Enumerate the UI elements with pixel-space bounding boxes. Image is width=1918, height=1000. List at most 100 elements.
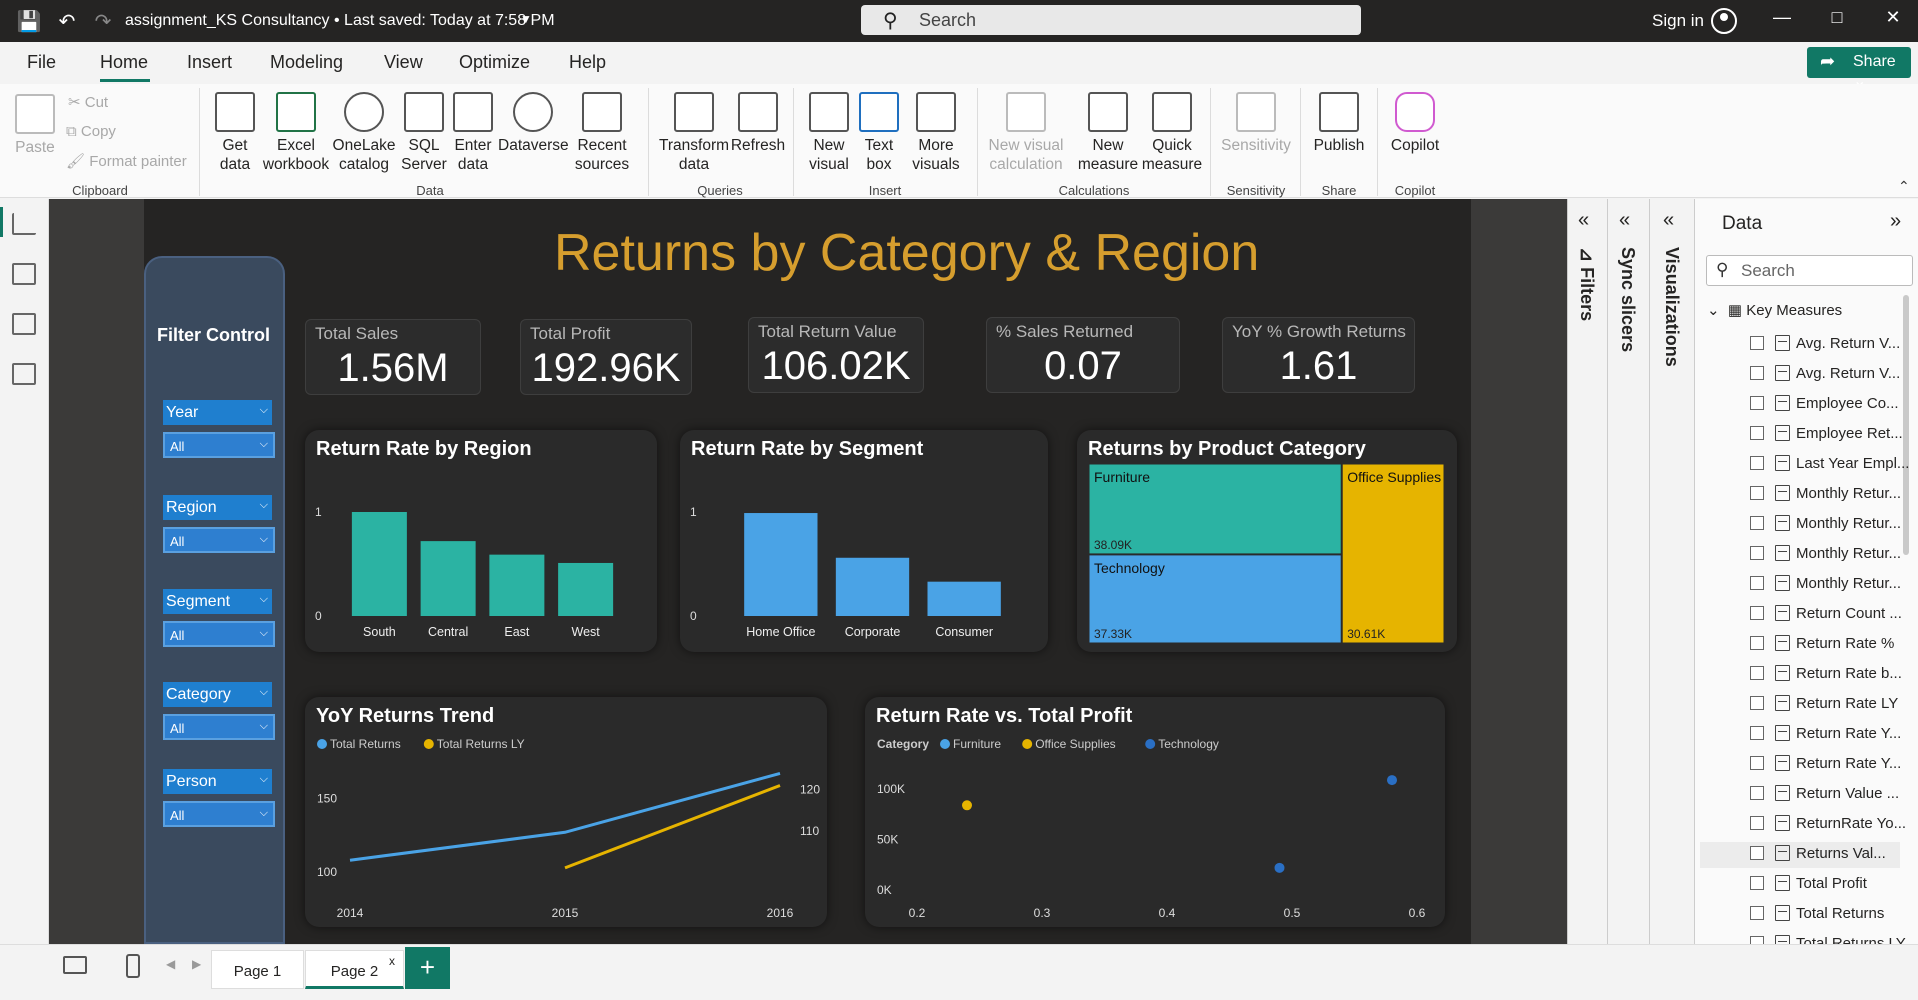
close-page-icon[interactable]: x xyxy=(389,954,395,968)
new-visual-button[interactable]: New visual xyxy=(803,92,855,174)
slicer-region-dropdown[interactable]: All ⌵ xyxy=(163,527,275,553)
field-checkbox[interactable] xyxy=(1750,726,1764,740)
field-item[interactable]: Total Returns xyxy=(1700,902,1900,928)
field-checkbox[interactable] xyxy=(1750,816,1764,830)
format-painter-button[interactable]: 🖌 Format painter xyxy=(66,152,187,170)
field-item[interactable]: Monthly Retur... xyxy=(1700,512,1901,538)
slicer-person-dropdown[interactable]: All ⌵ xyxy=(163,801,275,827)
tab-home[interactable]: Home xyxy=(100,52,148,73)
field-checkbox[interactable] xyxy=(1750,366,1764,380)
avatar-icon[interactable] xyxy=(1711,8,1737,34)
mobile-layout-icon[interactable] xyxy=(126,954,140,978)
global-search-input[interactable]: ⚲ Search xyxy=(861,5,1361,35)
minimize-icon[interactable]: — xyxy=(1762,7,1802,35)
undo-icon[interactable]: ↶ xyxy=(54,8,80,34)
excel-workbook-button[interactable]: Excel workbook xyxy=(262,92,330,174)
copilot-button[interactable]: Copilot xyxy=(1384,92,1446,155)
filters-pane[interactable]: « ⊿ Filters xyxy=(1567,199,1607,944)
field-item[interactable]: Avg. Return V... xyxy=(1700,362,1900,388)
slicer-segment-header[interactable]: Segment ⌵ xyxy=(163,589,272,614)
text-box-button[interactable]: Text box xyxy=(858,92,900,174)
field-item[interactable]: Last Year Empl... xyxy=(1700,452,1909,478)
refresh-button[interactable]: Refresh xyxy=(730,92,786,155)
table-view-icon[interactable] xyxy=(12,263,36,285)
close-icon[interactable]: ✕ xyxy=(1873,7,1913,35)
chart-return-rate-by-region[interactable]: Return Rate by Region 1 0 South Central East… xyxy=(305,430,657,652)
field-item[interactable]: Employee Ret... xyxy=(1700,422,1903,448)
chart-returns-by-product-category[interactable]: Returns by Product Category Furniture 38.… xyxy=(1077,430,1457,652)
redo-icon[interactable]: ↷ xyxy=(90,8,116,34)
field-item[interactable]: Employee Co... xyxy=(1700,392,1900,418)
collapse-ribbon-icon[interactable]: ⌃ xyxy=(1898,178,1910,195)
field-checkbox[interactable] xyxy=(1750,786,1764,800)
dax-query-view-icon[interactable] xyxy=(12,363,36,385)
field-item[interactable]: Avg. Return V... xyxy=(1700,332,1900,358)
prev-page-icon[interactable]: ◀ xyxy=(166,957,175,971)
quick-measure-button[interactable]: Quick measure xyxy=(1141,92,1203,174)
share-button[interactable]: ➦ Share ⌄ xyxy=(1807,47,1911,90)
field-checkbox[interactable] xyxy=(1750,576,1764,590)
document-title[interactable]: assignment_KS Consultancy • Last saved: … xyxy=(125,12,555,30)
field-item[interactable]: Return Rate b... xyxy=(1700,662,1902,688)
sql-server-button[interactable]: SQL Server xyxy=(400,92,448,174)
slicer-segment-dropdown[interactable]: All ⌵ xyxy=(163,621,275,647)
more-visuals-button[interactable]: More visuals xyxy=(905,92,967,174)
add-page-button[interactable]: + xyxy=(405,947,450,989)
sensitivity-button[interactable]: Sensitivity xyxy=(1220,92,1292,155)
expand-icon[interactable]: » xyxy=(1890,210,1901,233)
field-checkbox[interactable] xyxy=(1750,606,1764,620)
field-item[interactable]: Total Profit xyxy=(1700,872,1900,898)
collapse-icon[interactable]: « xyxy=(1619,209,1630,232)
field-checkbox[interactable] xyxy=(1750,666,1764,680)
field-item[interactable]: Monthly Retur... xyxy=(1700,482,1901,508)
chart-yoy-returns-trend[interactable]: YoY Returns Trend Total Returns Total Ret… xyxy=(305,697,827,927)
next-page-icon[interactable]: ▶ xyxy=(192,957,201,971)
data-search-input[interactable]: ⚲ Search xyxy=(1706,255,1913,286)
field-checkbox[interactable] xyxy=(1750,756,1764,770)
field-checkbox[interactable] xyxy=(1750,636,1764,650)
kpi-card-total-return-value[interactable]: Total Return Value 106.02K xyxy=(748,317,924,393)
field-item[interactable]: Monthly Retur... xyxy=(1700,572,1901,598)
desktop-layout-icon[interactable] xyxy=(63,956,87,974)
field-checkbox[interactable] xyxy=(1750,486,1764,500)
onelake-catalog-button[interactable]: OneLake catalog xyxy=(330,92,398,174)
field-item[interactable]: Return Rate Y... xyxy=(1700,722,1901,748)
field-checkbox[interactable] xyxy=(1750,336,1764,350)
field-checkbox[interactable] xyxy=(1750,546,1764,560)
save-icon[interactable]: 💾 xyxy=(16,8,42,34)
paste-button[interactable]: Paste xyxy=(10,94,60,157)
slicer-year-dropdown[interactable]: All ⌵ xyxy=(163,432,275,458)
slicer-year-header[interactable]: Year ⌵ xyxy=(163,400,272,425)
field-item[interactable]: Return Count ... xyxy=(1700,602,1902,628)
field-checkbox[interactable] xyxy=(1750,906,1764,920)
sign-in-link[interactable]: Sign in xyxy=(1652,11,1704,31)
chart-return-rate-by-segment[interactable]: Return Rate by Segment 1 0 Home Office Corp… xyxy=(680,430,1048,652)
field-checkbox[interactable] xyxy=(1750,846,1764,860)
scrollbar[interactable] xyxy=(1903,295,1909,555)
collapse-icon[interactable]: « xyxy=(1578,209,1589,232)
field-checkbox[interactable] xyxy=(1750,516,1764,530)
slicer-person-header[interactable]: Person ⌵ xyxy=(163,769,272,794)
kpi-card-total-sales[interactable]: Total Sales 1.56M xyxy=(305,319,481,395)
title-dropdown-icon[interactable]: ▼ xyxy=(520,12,532,26)
slicer-category-dropdown[interactable]: All ⌵ xyxy=(163,714,275,740)
report-view-icon[interactable] xyxy=(12,213,36,235)
recent-sources-button[interactable]: Recent sources xyxy=(568,92,636,174)
field-item[interactable]: Monthly Retur... xyxy=(1700,542,1901,568)
field-item[interactable]: Return Rate Y... xyxy=(1700,752,1901,778)
table-key-measures[interactable]: ⌄ ▦ Key Measures xyxy=(1707,301,1842,319)
field-item[interactable]: Return Rate LY xyxy=(1700,692,1900,718)
kpi-card-pct-sales-returned[interactable]: % Sales Returned 0.07 xyxy=(986,317,1180,393)
field-item[interactable]: Return Rate % xyxy=(1700,632,1900,658)
cut-button[interactable]: ✂ Cut xyxy=(68,93,108,111)
visualizations-pane[interactable]: « Visualizations xyxy=(1649,199,1694,944)
page-tab-1[interactable]: Page 1 xyxy=(211,950,304,989)
slicer-category-header[interactable]: Category ⌵ xyxy=(163,682,272,707)
transform-data-button[interactable]: Transform data xyxy=(658,92,730,174)
collapse-icon[interactable]: « xyxy=(1663,209,1674,232)
maximize-icon[interactable]: □ xyxy=(1817,7,1857,35)
new-measure-button[interactable]: New measure xyxy=(1075,92,1141,174)
sync-slicers-pane[interactable]: « Sync slicers xyxy=(1607,199,1649,944)
kpi-card-total-profit[interactable]: Total Profit 192.96K xyxy=(520,319,692,395)
tab-view[interactable]: View xyxy=(384,52,423,73)
